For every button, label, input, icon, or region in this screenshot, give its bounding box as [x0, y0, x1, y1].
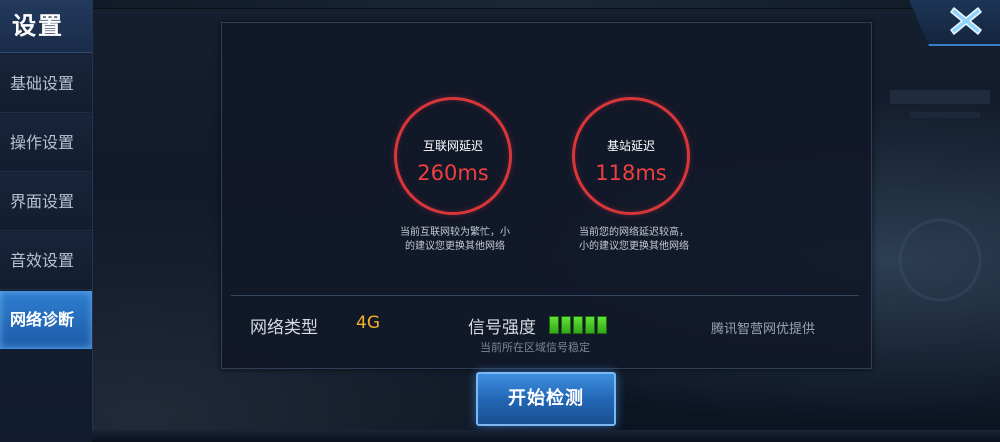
provider-credit: 腾讯智营网优提供 [711, 322, 816, 337]
base-station-note-line-2: 小的建议您更换其他网络 [579, 241, 689, 252]
base-station-note-line-1: 当前您的网络延迟较高， [579, 227, 689, 238]
sidebar-item-label: 音效设置 [10, 251, 75, 270]
signal-bar [561, 316, 571, 334]
settings-screen: 设置 基础设置 操作设置 界面设置 音效设置 网络诊断 互联网延迟 260ms … [0, 0, 1000, 442]
network-type-label: 网络类型 [250, 318, 318, 338]
background-decoration [890, 90, 990, 302]
signal-bar [597, 316, 607, 334]
sidebar-item-interface[interactable]: 界面设置 [0, 173, 92, 231]
close-button[interactable] [946, 2, 986, 40]
panel-divider [231, 295, 859, 296]
network-diagnosis-panel [221, 22, 872, 369]
bottom-bar [92, 430, 1000, 442]
sidebar-item-sound[interactable]: 音效设置 [0, 232, 92, 290]
signal-bar [573, 316, 583, 334]
internet-note-line-2: 的建议您更换其他网络 [405, 241, 505, 252]
base-station-latency-value: 118ms [595, 161, 667, 185]
base-station-latency-ring [572, 97, 690, 215]
sidebar-title: 设置 [0, 0, 92, 53]
internet-latency-note: 当前互联网较为繁忙，小 的建议您更换其他网络 [385, 226, 525, 254]
network-type-value: 4G [356, 313, 380, 333]
internet-latency-ring [394, 97, 512, 215]
signal-bar [549, 316, 559, 334]
base-station-latency-note: 当前您的网络延迟较高， 小的建议您更换其他网络 [564, 226, 704, 254]
signal-bar [585, 316, 595, 334]
sidebar-item-label: 网络诊断 [10, 310, 75, 329]
sidebar-item-network-diagnosis[interactable]: 网络诊断 [0, 291, 92, 349]
sidebar-item-label: 基础设置 [10, 74, 75, 93]
signal-strength-label: 信号强度 [468, 318, 536, 338]
sidebar-item-label: 界面设置 [10, 192, 75, 211]
start-test-button[interactable]: 开始检测 [476, 372, 616, 426]
base-station-latency-label: 基站延迟 [606, 139, 655, 153]
internet-latency-value: 260ms [417, 161, 489, 185]
internet-latency-label: 互联网延迟 [422, 139, 483, 153]
signal-status-note: 当前所在区域信号稳定 [480, 341, 590, 354]
top-strip [92, 0, 1000, 9]
internet-note-line-1: 当前互联网较为繁忙，小 [400, 227, 510, 238]
sidebar-item-controls[interactable]: 操作设置 [0, 114, 92, 172]
close-x-icon [950, 7, 982, 35]
sidebar-item-label: 操作设置 [10, 133, 75, 152]
sidebar-item-basic[interactable]: 基础设置 [0, 55, 92, 113]
settings-sidebar: 设置 基础设置 操作设置 界面设置 音效设置 网络诊断 [0, 0, 93, 442]
